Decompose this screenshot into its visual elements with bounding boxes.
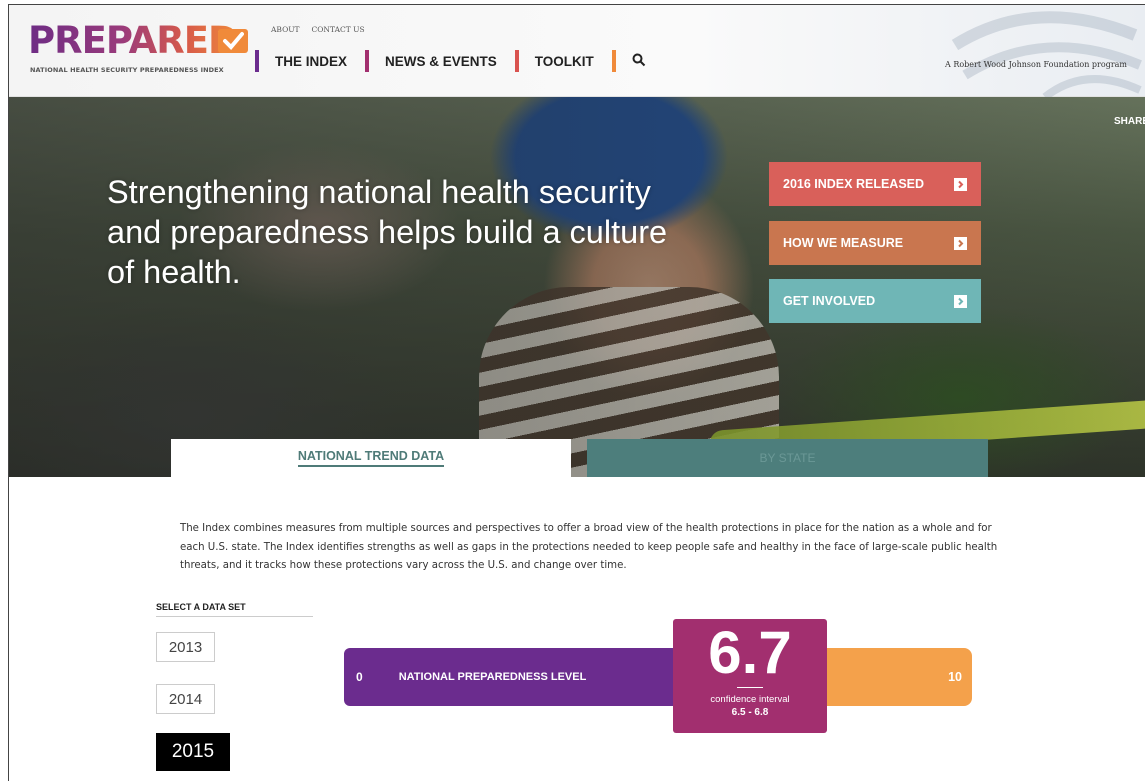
logo[interactable]: PREPARED NATIONAL HEALTH SECURITY PREPAR… — [28, 19, 248, 74]
nav-item-toolkit[interactable]: TOOLKIT — [514, 50, 594, 72]
partner-text: A Robert Wood Johnson Foundation program — [945, 60, 1127, 69]
cta-label: 2016 INDEX RELEASED — [783, 177, 925, 191]
gauge-bar-left: 0 NATIONAL PREPAREDNESS LEVEL — [344, 648, 680, 706]
rwjf-emblem-icon — [951, 11, 1142, 97]
confidence-interval-label: confidence interval — [710, 694, 790, 705]
divider — [156, 616, 313, 617]
tab-label: BY STATE — [759, 451, 816, 465]
about-link[interactable]: ABOUT — [271, 25, 300, 34]
share-button[interactable]: SHARE — [1114, 116, 1145, 127]
hero-banner: Strengthening national health security a… — [9, 97, 1145, 477]
divider — [737, 687, 763, 688]
tab-by-state[interactable]: BY STATE — [587, 439, 988, 477]
tab-label: NATIONAL TREND DATA — [297, 449, 445, 467]
nav-divider — [255, 50, 259, 72]
gauge-bar-right: 10 — [824, 648, 972, 706]
gauge-label: NATIONAL PREPAREDNESS LEVEL — [398, 671, 587, 683]
hero-headline: Strengthening national health security a… — [107, 174, 668, 290]
nav-label: TOOLKIT — [534, 53, 594, 69]
gauge-max: 10 — [948, 670, 962, 684]
tab-national-trend-data[interactable]: NATIONAL TREND DATA — [171, 439, 571, 477]
nav-item-news-events[interactable]: NEWS & EVENTS — [365, 50, 497, 72]
nav-label: NEWS & EVENTS — [385, 53, 497, 69]
intro-paragraph: The Index combines measures from multipl… — [180, 523, 998, 571]
year-button-2014[interactable]: 2014 — [156, 684, 215, 714]
cta-label: GET INVOLVED — [783, 294, 876, 308]
year-button-2013[interactable]: 2013 — [156, 632, 215, 662]
search-icon — [632, 52, 646, 71]
nav-divider — [514, 50, 519, 72]
nav-item-the-index[interactable]: THE INDEX — [255, 50, 347, 72]
chevron-right-icon — [954, 177, 967, 191]
cta-how-we-measure[interactable]: HOW WE MEASURE — [769, 221, 981, 265]
top-links: ABOUT CONTACT US — [271, 25, 365, 34]
chevron-right-icon — [954, 236, 967, 250]
contact-us-link[interactable]: CONTACT US — [312, 25, 365, 34]
nav-label: THE INDEX — [275, 53, 348, 69]
page-frame: PREPARED NATIONAL HEALTH SECURITY PREPAR… — [8, 4, 1145, 781]
chevron-right-icon — [954, 294, 967, 308]
gauge-min: 0 — [356, 670, 363, 684]
score-box: 6.7 confidence interval 6.5 - 6.8 — [673, 619, 827, 733]
logo-tagline: NATIONAL HEALTH SECURITY PREPAREDNESS IN… — [30, 66, 224, 74]
confidence-interval-value: 6.5 - 6.8 — [731, 707, 769, 718]
logo-check-icon — [218, 29, 248, 53]
cta-label: HOW WE MEASURE — [783, 236, 904, 250]
search-button[interactable] — [611, 50, 646, 72]
main-nav: THE INDEX NEWS & EVENTS TOOLKIT — [255, 50, 664, 72]
cta-index-released[interactable]: 2016 INDEX RELEASED — [769, 162, 981, 206]
nav-divider — [365, 50, 370, 72]
data-set-label: SELECT A DATA SET — [156, 602, 246, 612]
year-button-2015[interactable]: 2015 — [156, 733, 230, 771]
logo-wordmark: PREPARED — [28, 19, 239, 62]
nav-divider — [611, 50, 616, 72]
cta-get-involved[interactable]: GET INVOLVED — [769, 279, 981, 323]
site-header: PREPARED NATIONAL HEALTH SECURITY PREPAR… — [9, 5, 1145, 97]
score-value: 6.7 — [708, 619, 792, 686]
